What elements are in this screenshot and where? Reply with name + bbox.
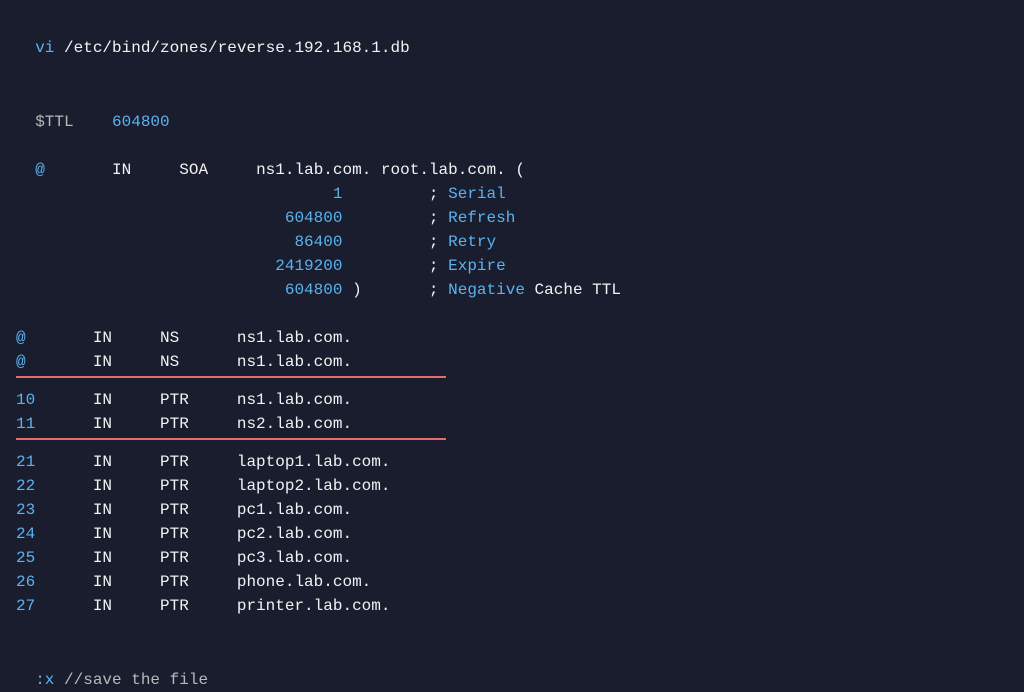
- semi: ;: [429, 233, 439, 251]
- soa-param-negative: 604800 ) ; Negative Cache TTL: [16, 278, 1008, 302]
- save-comment: //save the file: [64, 671, 208, 689]
- ptr-class: IN: [93, 453, 160, 471]
- divider-red-2: [16, 438, 446, 440]
- ptr-host-record-row: 24 IN PTR pc2.lab.com.: [16, 522, 1008, 546]
- ns-type: NS: [160, 329, 237, 347]
- ptr-type: PTR: [160, 597, 237, 615]
- ptr-class: IN: [93, 525, 160, 543]
- ptr-target: laptop2.lab.com.: [237, 477, 391, 495]
- soa-param-retry: 86400 ; Retry: [16, 230, 1008, 254]
- soa-param-refresh: 604800 ; Refresh: [16, 206, 1008, 230]
- ptr-class: IN: [93, 415, 160, 433]
- ptr-class: IN: [93, 391, 160, 409]
- soa-param-serial: 1 ; Serial: [16, 182, 1008, 206]
- semi: ;: [429, 281, 439, 299]
- soa-retry-value: 86400: [294, 233, 342, 251]
- soa-mname: ns1.lab.com.: [256, 161, 371, 179]
- ptr-host-record-row: 25 IN PTR pc3.lab.com.: [16, 546, 1008, 570]
- ptr-addr: 10: [16, 391, 93, 409]
- ptr-type: PTR: [160, 501, 237, 519]
- ptr-addr: 26: [16, 573, 93, 591]
- file-path: /etc/bind/zones/reverse.192.168.1.db: [64, 39, 410, 57]
- soa-refresh-comment: Refresh: [448, 209, 515, 227]
- ptr-target: pc1.lab.com.: [237, 501, 352, 519]
- ptr-addr: 27: [16, 597, 93, 615]
- ptr-addr: 24: [16, 525, 93, 543]
- soa-refresh-value: 604800: [285, 209, 343, 227]
- ns-records: @ IN NS ns1.lab.com.@ IN NS ns1.lab.com.: [16, 326, 1008, 374]
- ptr-host-record-row: 21 IN PTR laptop1.lab.com.: [16, 450, 1008, 474]
- ptr-target: laptop1.lab.com.: [237, 453, 391, 471]
- soa-negative-comment: Negative: [448, 281, 525, 299]
- ns-target: ns1.lab.com.: [237, 329, 352, 347]
- ptr-host-record-row: 22 IN PTR laptop2.lab.com.: [16, 474, 1008, 498]
- ptr-type: PTR: [160, 453, 237, 471]
- ptr-ns-record-row: 11 IN PTR ns2.lab.com.: [16, 412, 1008, 436]
- ptr-target: pc2.lab.com.: [237, 525, 352, 543]
- ptr-target: ns1.lab.com.: [237, 391, 352, 409]
- ns-record-row: @ IN NS ns1.lab.com.: [16, 326, 1008, 350]
- ptr-host-records: 21 IN PTR laptop1.lab.com.22 IN PTR lapt…: [16, 450, 1008, 618]
- soa-close-paren: ): [352, 281, 362, 299]
- ptr-class: IN: [93, 597, 160, 615]
- ttl-line: $TTL 604800: [16, 86, 1008, 134]
- soa-negative-extra: Cache TTL: [535, 281, 621, 299]
- semi: ;: [429, 257, 439, 275]
- ptr-target: printer.lab.com.: [237, 597, 391, 615]
- ptr-type: PTR: [160, 525, 237, 543]
- ptr-addr: 25: [16, 549, 93, 567]
- ptr-addr: 22: [16, 477, 93, 495]
- soa-retry-comment: Retry: [448, 233, 496, 251]
- ptr-type: PTR: [160, 415, 237, 433]
- ptr-ns-record-row: 10 IN PTR ns1.lab.com.: [16, 388, 1008, 412]
- ptr-class: IN: [93, 501, 160, 519]
- ttl-value: 604800: [112, 113, 170, 131]
- ptr-class: IN: [93, 477, 160, 495]
- ptr-type: PTR: [160, 549, 237, 567]
- soa-open-paren: (: [515, 161, 525, 179]
- soa-type: SOA: [179, 161, 208, 179]
- ns-type: NS: [160, 353, 237, 371]
- ns-class: IN: [93, 329, 160, 347]
- soa-origin: @: [35, 161, 45, 179]
- ptr-addr: 11: [16, 415, 93, 433]
- ptr-addr: 23: [16, 501, 93, 519]
- ptr-class: IN: [93, 573, 160, 591]
- ptr-class: IN: [93, 549, 160, 567]
- soa-expire-comment: Expire: [448, 257, 506, 275]
- ptr-type: PTR: [160, 477, 237, 495]
- ns-record-row: @ IN NS ns1.lab.com.: [16, 350, 1008, 374]
- ptr-target: pc3.lab.com.: [237, 549, 352, 567]
- ptr-type: PTR: [160, 573, 237, 591]
- ns-class: IN: [93, 353, 160, 371]
- ttl-label: $TTL: [35, 113, 73, 131]
- vi-command-line: vi /etc/bind/zones/reverse.192.168.1.db: [16, 12, 1008, 60]
- ptr-host-record-row: 26 IN PTR phone.lab.com.: [16, 570, 1008, 594]
- ns-origin: @: [16, 329, 93, 347]
- ptr-target: ns2.lab.com.: [237, 415, 352, 433]
- ptr-target: phone.lab.com.: [237, 573, 371, 591]
- soa-rname: root.lab.com.: [381, 161, 506, 179]
- ex-command: :x: [35, 671, 54, 689]
- ns-target: ns1.lab.com.: [237, 353, 352, 371]
- soa-negative-value: 604800: [285, 281, 343, 299]
- ptr-host-record-row: 23 IN PTR pc1.lab.com.: [16, 498, 1008, 522]
- vi-command: vi: [35, 39, 54, 57]
- soa-class: IN: [112, 161, 131, 179]
- ptr-ns-records: 10 IN PTR ns1.lab.com.11 IN PTR ns2.lab.…: [16, 388, 1008, 436]
- ptr-host-record-row: 27 IN PTR printer.lab.com.: [16, 594, 1008, 618]
- ptr-type: PTR: [160, 391, 237, 409]
- save-command-line: :x //save the file: [16, 644, 1008, 692]
- semi: ;: [429, 185, 439, 203]
- ns-origin: @: [16, 353, 93, 371]
- soa-param-expire: 2419200 ; Expire: [16, 254, 1008, 278]
- ptr-addr: 21: [16, 453, 93, 471]
- soa-record-line: @ IN SOA ns1.lab.com. root.lab.com. (: [16, 134, 1008, 182]
- soa-expire-value: 2419200: [275, 257, 342, 275]
- soa-serial-comment: Serial: [448, 185, 506, 203]
- divider-red-1: [16, 376, 446, 378]
